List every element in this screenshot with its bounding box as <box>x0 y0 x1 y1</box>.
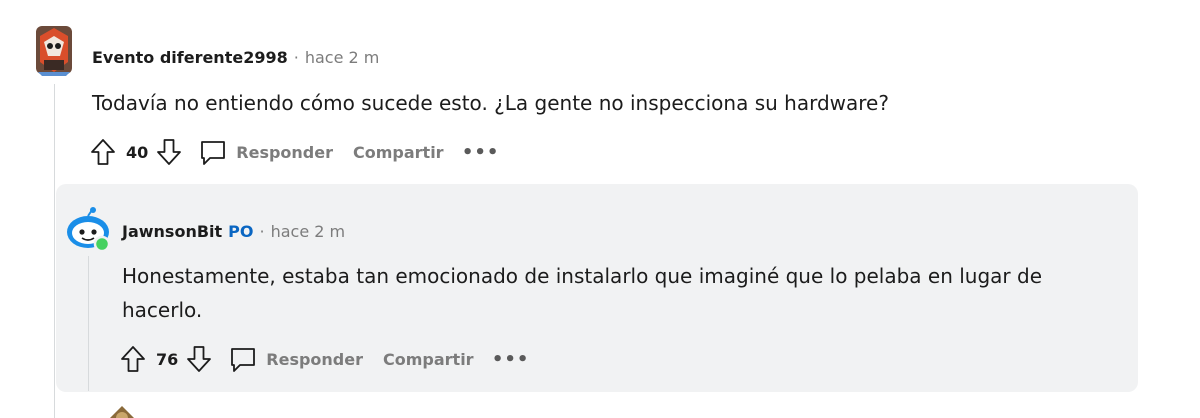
upvote-arrow-icon <box>121 346 145 372</box>
downvote-arrow-icon <box>187 346 212 372</box>
comment-header: Evento diferente2998 · hace 2 m <box>92 46 379 68</box>
separator: · <box>259 221 265 241</box>
avatar[interactable] <box>102 398 142 418</box>
comment-header: JawnsonBit PO · hace 2 m <box>122 220 345 242</box>
upvote-button[interactable] <box>88 137 118 167</box>
comment-thread: Evento diferente2998 · hace 2 m Todavía … <box>0 0 1200 418</box>
downvote-button[interactable] <box>184 344 214 374</box>
username[interactable]: Evento diferente2998 <box>92 48 288 67</box>
comment-body: Todavía no entiendo cómo sucede esto. ¿L… <box>92 91 889 115</box>
separator: · <box>293 47 299 67</box>
reply-label: Responder <box>266 349 363 369</box>
comment-bubble-icon <box>201 141 226 165</box>
share-label: Compartir <box>383 349 474 369</box>
thread-line[interactable] <box>88 256 89 391</box>
share-button[interactable]: Compartir <box>353 143 444 162</box>
share-label: Compartir <box>353 142 444 162</box>
timestamp[interactable]: hace 2 m <box>271 222 346 241</box>
comment-actions: 40 Responder Compartir ••• <box>88 136 499 168</box>
upvote-button[interactable] <box>118 344 148 374</box>
thread-line[interactable] <box>54 84 55 418</box>
share-button[interactable]: Compartir <box>383 350 474 369</box>
reply-label: Responder <box>236 142 333 162</box>
comment-header <box>152 408 158 418</box>
op-badge: PO <box>228 221 254 241</box>
downvote-button[interactable] <box>154 137 184 167</box>
comment-bubble-icon <box>231 348 256 372</box>
more-options-button[interactable]: ••• <box>462 142 499 163</box>
reply-button[interactable]: Responder <box>228 345 363 373</box>
timestamp[interactable]: hace 2 m <box>305 48 380 67</box>
more-options-icon: ••• <box>461 141 500 163</box>
username[interactable]: JawnsonBit <box>122 222 222 241</box>
upvote-arrow-icon <box>91 139 115 165</box>
reply-button[interactable]: Responder <box>198 138 333 166</box>
more-options-icon: ••• <box>491 348 530 370</box>
vote-count: 40 <box>126 142 149 162</box>
avatar[interactable] <box>64 206 112 254</box>
comment-body: Honestamente, estaba tan emocionado de i… <box>122 264 1043 322</box>
comment-actions: 76 Responder Compartir ••• <box>118 343 529 375</box>
downvote-arrow-icon <box>157 139 182 165</box>
vote-count: 76 <box>156 349 179 369</box>
more-options-button[interactable]: ••• <box>492 349 529 370</box>
avatar[interactable] <box>30 22 78 78</box>
